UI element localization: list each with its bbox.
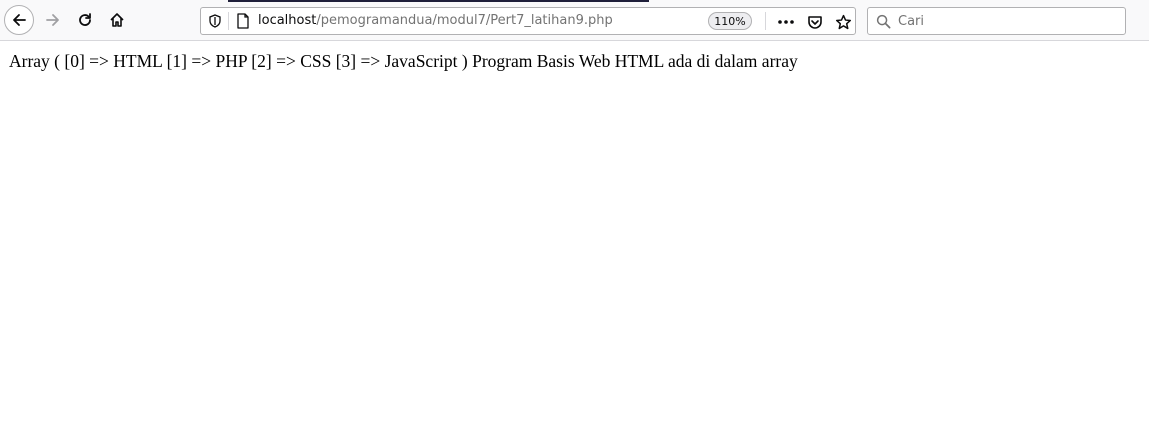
back-arrow-icon	[13, 14, 26, 26]
url-separator	[228, 12, 229, 30]
pocket-button[interactable]	[805, 12, 825, 32]
browser-toolbar: localhost/pemogramandua/modul7/Pert7_lat…	[0, 0, 1149, 41]
search-bar[interactable]	[867, 7, 1126, 35]
pocket-icon	[808, 16, 822, 29]
search-icon	[876, 14, 891, 29]
reload-button[interactable]	[70, 5, 100, 35]
reload-icon	[79, 13, 91, 26]
bookmark-button[interactable]	[833, 12, 853, 32]
url-host: localhost	[258, 13, 317, 28]
home-button[interactable]	[102, 5, 132, 35]
forward-button[interactable]	[38, 5, 68, 35]
url-separator	[765, 12, 766, 30]
forward-arrow-icon	[46, 14, 59, 26]
active-tab-indicator	[228, 0, 649, 2]
star-icon	[835, 14, 851, 29]
back-button[interactable]	[4, 5, 34, 35]
page-icon[interactable]	[236, 13, 250, 29]
ellipsis-icon	[778, 20, 794, 24]
shield-icon[interactable]	[208, 14, 222, 28]
url-text[interactable]: localhost/pemogramandua/modul7/Pert7_lat…	[258, 13, 613, 28]
search-input[interactable]	[898, 11, 1118, 31]
zoom-level-button[interactable]: 110%	[708, 12, 752, 30]
home-icon	[110, 13, 124, 27]
address-bar[interactable]: localhost/pemogramandua/modul7/Pert7_lat…	[200, 7, 856, 35]
url-path: /pemogramandua/modul7/Pert7_latihan9.php	[316, 13, 613, 28]
page-actions-button[interactable]	[776, 12, 796, 32]
page-output-text: Array ( [0] => HTML [1] => PHP [2] => CS…	[9, 51, 798, 71]
